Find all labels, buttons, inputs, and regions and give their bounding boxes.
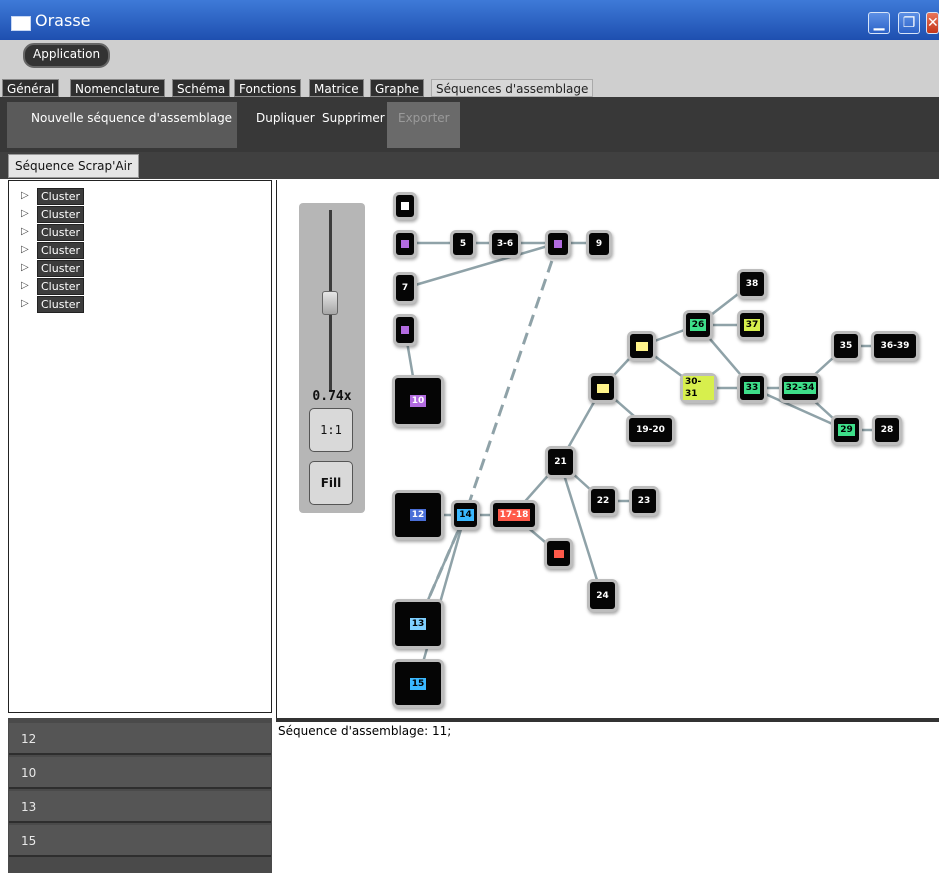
- graph-node[interactable]: 9: [586, 230, 612, 258]
- graph-node[interactable]: 3-6: [489, 230, 521, 258]
- graph-node[interactable]: 29: [831, 415, 862, 445]
- graph-node[interactable]: [544, 538, 573, 569]
- node-label: 36-39: [880, 341, 910, 351]
- graph-node[interactable]: 5: [450, 230, 476, 258]
- node-label: 24: [596, 590, 609, 601]
- node-label: 17-18: [497, 509, 531, 521]
- list-item[interactable]: 10: [9, 757, 271, 789]
- node-label: [596, 383, 609, 393]
- graph-node[interactable]: 37: [737, 310, 767, 340]
- node-label: 7: [401, 283, 409, 293]
- graph-node[interactable]: 23: [629, 486, 659, 516]
- node-label: 30-31: [683, 376, 714, 400]
- graph-node[interactable]: 36-39: [871, 331, 919, 361]
- node-label: 38: [745, 279, 759, 289]
- graph-node[interactable]: [393, 230, 417, 258]
- graph-node[interactable]: 14: [451, 500, 480, 530]
- graph-node[interactable]: 13: [392, 599, 444, 649]
- node-label: 10: [409, 395, 427, 407]
- node-label: [635, 341, 648, 351]
- graph-node[interactable]: 19-20: [626, 415, 675, 445]
- node-label: 13: [409, 618, 427, 630]
- node-label: 15: [409, 677, 427, 690]
- node-label: 14: [457, 509, 474, 521]
- zoom-level-label: 0.74x: [312, 389, 352, 404]
- graph-node[interactable]: [393, 314, 417, 346]
- graph-node[interactable]: 32-34: [779, 373, 821, 403]
- list-item[interactable]: 15: [9, 825, 271, 857]
- graph-node[interactable]: 33: [737, 373, 767, 403]
- zoom-reset-button[interactable]: 1:1: [309, 408, 353, 452]
- zoom-fill-button[interactable]: Fill: [309, 461, 353, 505]
- node-label: 26: [689, 319, 707, 331]
- zoom-slider-thumb[interactable]: [322, 291, 338, 315]
- graph-node[interactable]: 26: [683, 310, 713, 340]
- node-label: 37: [743, 319, 761, 331]
- node-label: [401, 202, 409, 210]
- graph-node[interactable]: 24: [587, 579, 618, 612]
- graph-node[interactable]: 38: [737, 269, 767, 299]
- graph-node[interactable]: 35: [831, 331, 861, 361]
- node-label: 23: [637, 496, 651, 506]
- graph-edge-dashed: [463, 242, 560, 516]
- graph-node[interactable]: 22: [588, 486, 618, 516]
- node-label: 28: [880, 425, 894, 435]
- graph-node[interactable]: 30-31: [680, 373, 717, 403]
- graph-node[interactable]: [588, 373, 617, 403]
- node-label: [554, 240, 562, 248]
- node-label: 19-20: [636, 425, 665, 435]
- node-label: 33: [743, 382, 761, 394]
- graph-node[interactable]: 28: [872, 415, 902, 445]
- node-label: 21: [554, 457, 567, 467]
- node-label: [401, 326, 409, 334]
- graph-node[interactable]: 12: [392, 490, 444, 540]
- node-label: 5: [459, 239, 467, 249]
- graph-node[interactable]: 21: [545, 446, 576, 478]
- output-panel: [276, 718, 939, 877]
- node-label: 3-6: [496, 239, 514, 249]
- graph-node[interactable]: 17-18: [490, 500, 538, 530]
- graph-edge: [404, 241, 559, 290]
- node-label: 12: [409, 509, 427, 521]
- graph-node[interactable]: [627, 331, 656, 361]
- graph-node[interactable]: 10: [392, 375, 444, 427]
- node-label: [553, 549, 564, 558]
- graph-node[interactable]: [393, 192, 417, 220]
- list-item[interactable]: 12: [9, 723, 271, 755]
- node-label: 22: [596, 496, 610, 506]
- status-text: Séquence d'assemblage: 11;: [278, 724, 452, 738]
- list-item[interactable]: 13: [9, 791, 271, 823]
- node-label: 35: [839, 341, 853, 351]
- node-label: 9: [595, 239, 603, 249]
- node-label: 32-34: [783, 382, 817, 394]
- graph-node[interactable]: 15: [392, 659, 444, 708]
- graph-node[interactable]: 7: [393, 272, 417, 304]
- node-label: [401, 240, 409, 248]
- node-label: 29: [838, 424, 855, 436]
- graph-node[interactable]: [545, 230, 571, 258]
